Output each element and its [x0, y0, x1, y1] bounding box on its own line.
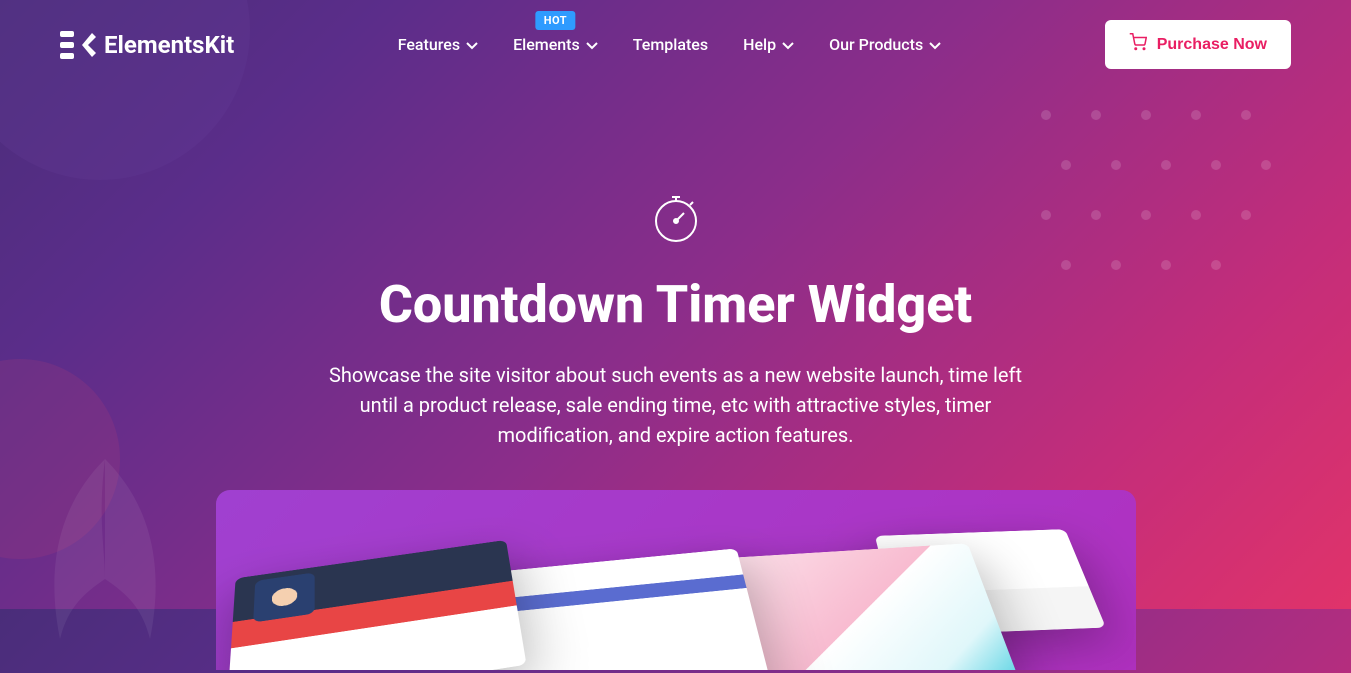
chevron-down-icon — [929, 35, 941, 54]
nav-elements[interactable]: HOT Elements — [513, 35, 598, 54]
chevron-down-icon — [586, 35, 598, 54]
nav-label: Templates — [633, 35, 708, 54]
mockup-card — [226, 540, 526, 670]
background-decoration-leaf — [30, 459, 180, 659]
main-nav: Features HOT Elements Templates Help Our… — [398, 35, 942, 54]
page-title: Countdown Timer Widget — [0, 274, 1351, 335]
nav-label: Help — [743, 35, 776, 54]
purchase-label: Purchase Now — [1157, 36, 1267, 54]
hero-section: Countdown Timer Widget Showcase the site… — [0, 89, 1351, 450]
cart-icon — [1129, 33, 1147, 56]
nav-features[interactable]: Features — [398, 35, 478, 54]
chevron-down-icon — [782, 35, 794, 54]
brand-name: ElementsKit — [104, 31, 234, 59]
nav-label: Elements — [513, 35, 580, 54]
nav-templates[interactable]: Templates — [633, 35, 708, 54]
page-description: Showcase the site visitor about such eve… — [316, 360, 1036, 450]
nav-help[interactable]: Help — [743, 35, 794, 54]
logo-icon — [60, 31, 96, 59]
nav-label: Features — [398, 35, 460, 54]
main-header: ElementsKit Features HOT Elements Templa… — [0, 0, 1351, 89]
stopwatch-icon — [0, 189, 1351, 249]
mockup-avatar — [253, 572, 314, 622]
nav-label: Our Products — [829, 35, 923, 54]
hot-badge: HOT — [536, 11, 575, 30]
preview-image — [216, 490, 1136, 670]
brand-logo[interactable]: ElementsKit — [60, 31, 234, 59]
purchase-button[interactable]: Purchase Now — [1105, 20, 1291, 69]
nav-our-products[interactable]: Our Products — [829, 35, 941, 54]
chevron-down-icon — [466, 35, 478, 54]
